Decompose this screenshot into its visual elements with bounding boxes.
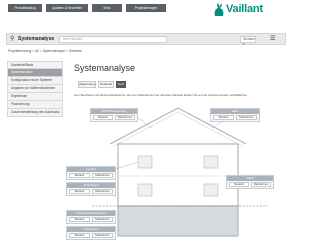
chevron-down-icon: ▾ xyxy=(243,42,245,46)
window-4 xyxy=(203,183,219,197)
bestand-button[interactable]: Bestand xyxy=(93,115,113,120)
sidebar-item-startseite[interactable]: Startseite/Basis xyxy=(7,61,63,69)
zone-kellerboden: Kellerboden Bestand Maßnahmen xyxy=(66,226,116,240)
zone-dach-obergeschoss: Dach/Obergeschoss Bestand Maßnahmen xyxy=(90,108,138,122)
language-select[interactable]: Deutsch ▾ xyxy=(240,36,256,46)
massnahmen-button[interactable]: Maßnahmen xyxy=(236,115,257,120)
sidebar-item-finanzierung[interactable]: Finanzierung xyxy=(7,101,63,109)
sidebar-item-konfiguration[interactable]: Konfiguration neuer Systeme xyxy=(7,77,63,85)
search-bar: ⚲ Systemanalyse Ihrer Suchen Deutsch ▾ ☰ xyxy=(6,33,286,46)
tab-netz[interactable]: Netz xyxy=(116,81,126,88)
vaillant-logo[interactable]: Vaillant xyxy=(212,2,288,18)
nav-tab-projektanfragen[interactable]: Projektanfragen xyxy=(126,4,166,12)
massnahmen-button[interactable]: Maßnahmen xyxy=(251,182,271,187)
zone-dach: Dach Bestand Maßnahmen xyxy=(210,108,260,122)
zone-wand: Wand Bestand Maßnahmen xyxy=(226,175,274,189)
sidebar-item-systemanalyse[interactable]: Systemanalyse xyxy=(7,69,63,77)
logo-text: Vaillant xyxy=(226,3,263,15)
window-3 xyxy=(137,183,153,197)
top-navigation: Produktkatalog Updates & Neuheiten Infos… xyxy=(0,0,290,28)
tab-gebaeude[interactable]: Gebäude xyxy=(98,81,114,88)
page-title: Systemanalyse xyxy=(74,63,136,73)
hare-logo-icon xyxy=(214,3,224,16)
nav-tab-produktkatalog[interactable]: Produktkatalog xyxy=(8,4,42,12)
nav-tab-infos[interactable]: Infos xyxy=(92,4,122,12)
search-input[interactable]: Ihrer Suchen xyxy=(59,36,167,43)
massnahmen-button[interactable]: Maßnahmen xyxy=(92,217,113,222)
section-title: Systemanalyse xyxy=(18,36,55,42)
breadcrumb: Projektberatung > A2 > Systemanalyse > G… xyxy=(8,49,82,53)
zone-aussenwand: Außenwand Bestand Maßnahmen xyxy=(66,182,116,196)
massnahmen-button[interactable]: Maßnahmen xyxy=(92,233,113,238)
sidebar-item-ergebnisse[interactable]: Ergebnisse xyxy=(7,93,63,101)
house-walls xyxy=(117,143,239,207)
menu-icon[interactable]: ☰ xyxy=(270,35,275,42)
basement xyxy=(117,205,239,237)
instruction-text: Zum Bearbeiten der Bestandsaufnahme oder… xyxy=(74,93,248,97)
language-label: Deutsch xyxy=(243,37,255,41)
bestand-button[interactable]: Bestand xyxy=(69,189,90,194)
massnahmen-button[interactable]: Maßnahmen xyxy=(92,173,113,178)
bestand-button[interactable]: Bestand xyxy=(229,182,249,187)
search-icon[interactable]: ⚲ xyxy=(10,35,14,42)
tab-allgemeines[interactable]: Allgemeines xyxy=(78,81,96,88)
sidebar-item-kaeltemassnahmen[interactable]: Angaben zur Kältemaßnahmen xyxy=(7,85,63,93)
zone-fenster: Fenster Bestand Maßnahmen xyxy=(66,166,116,180)
bestand-button[interactable]: Bestand xyxy=(213,115,234,120)
zone-kellerwand: Kellerwand/Kellerdecke Bestand Maßnahmen xyxy=(66,210,116,224)
window-2 xyxy=(203,155,219,169)
bestand-button[interactable]: Bestand xyxy=(69,217,90,222)
bestand-button[interactable]: Bestand xyxy=(69,173,90,178)
nav-tab-updates[interactable]: Updates & Neuheiten xyxy=(46,4,88,12)
sidebar-item-ausdruck[interactable]: Zusammenstellung des Ausdrucks xyxy=(7,109,63,117)
massnahmen-button[interactable]: Maßnahmen xyxy=(115,115,135,120)
massnahmen-button[interactable]: Maßnahmen xyxy=(92,189,113,194)
window-1 xyxy=(137,155,153,169)
sidebar: Startseite/Basis Systemanalyse Konfigura… xyxy=(7,61,63,117)
bestand-button[interactable]: Bestand xyxy=(69,233,90,238)
